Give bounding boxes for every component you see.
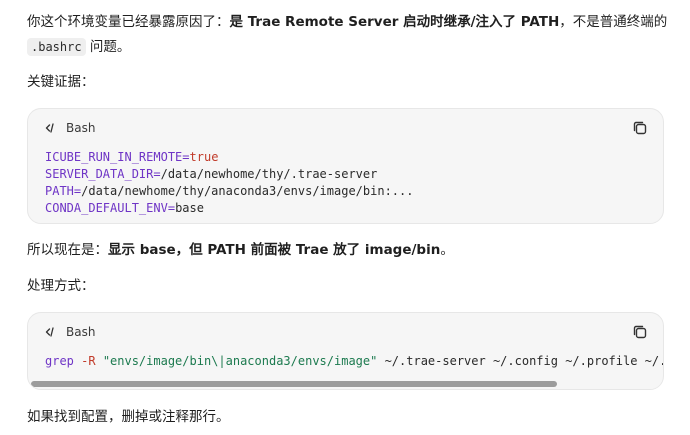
code-string: "envs/image/bin\|anaconda3/envs/image" [102,354,378,368]
intro-tail: ，不是普通终端的 [559,14,668,30]
code-eq: = [153,167,161,181]
code-var: ICUBE_RUN_IN_REMOTE [45,150,183,164]
status-tail: 。 [440,242,454,258]
code-flag: -R [73,354,103,368]
code-icon [45,327,54,337]
intro-line2-tail: 问题。 [85,39,131,55]
code-line: ICUBE_RUN_IN_REMOTE=true [45,149,413,166]
footer-paragraph: 如果找到配置，删掉或注释那行。 [27,409,230,425]
code-body: grep -R "envs/image/bin\|anaconda3/envs/… [45,353,664,370]
code-var: PATH [45,184,74,198]
code-eq: = [167,201,176,215]
code-line: CONDA_DEFAULT_ENV=base [45,200,413,217]
code-var: SERVER_DATA_DIR [45,167,154,181]
code-line: PATH=/data/newhome/thy/anaconda3/envs/im… [45,183,413,200]
status-paragraph: 所以现在是：显示 base，但 PATH 前面被 Trae 放了 image/b… [27,238,454,262]
code-val: /data/newhome/thy/.trae-server [160,167,378,181]
intro-paragraph-line2: .bashrc 问题。 [27,35,130,59]
code-eq: = [182,150,190,164]
code-line: SERVER_DATA_DIR=/data/newhome/thy/.trae-… [45,166,413,183]
intro-text: 你这个环境变量已经暴露原因了： [27,14,230,30]
evidence-heading: 关键证据： [27,74,95,90]
intro-paragraph: 你这个环境变量已经暴露原因了：是 Trae Remote Server 启动时继… [27,10,667,34]
code-val: /data/newhome/thy/anaconda3/envs/image/b… [81,184,414,198]
code-header: Bash [28,313,663,353]
status-text: 所以现在是： [27,242,108,258]
code-val: true [189,150,219,164]
status-bold: 显示 base，但 PATH 前面被 Trae 放了 image/bin [108,242,441,258]
code-val: base [175,201,204,215]
code-rest: ~/.trae-server ~/.config ~/.profile ~/.b… [377,354,664,368]
code-block-env: Bash ICUBE_RUN_IN_REMOTE=true SERVER_DATA… [27,108,664,224]
copy-icon[interactable] [631,323,649,341]
code-icon [45,123,54,133]
inline-code-bashrc: .bashrc [27,38,86,56]
code-cmd: grep [45,354,74,368]
code-lang-label: Bash [66,325,96,339]
code-header: Bash [28,109,663,149]
code-var: CONDA_DEFAULT_ENV [45,201,168,215]
code-block-grep: Bash grep -R "envs/image/bin\|anaconda3/… [27,312,664,390]
code-body: ICUBE_RUN_IN_REMOTE=true SERVER_DATA_DIR=… [45,149,413,217]
code-lang-label: Bash [66,121,96,135]
copy-icon[interactable] [631,119,649,137]
handling-heading: 处理方式： [27,278,95,294]
intro-bold: 是 Trae Remote Server 启动时继承/注入了 PATH [229,14,560,30]
scrollbar-thumb[interactable] [31,381,557,387]
horizontal-scrollbar[interactable] [28,379,663,389]
